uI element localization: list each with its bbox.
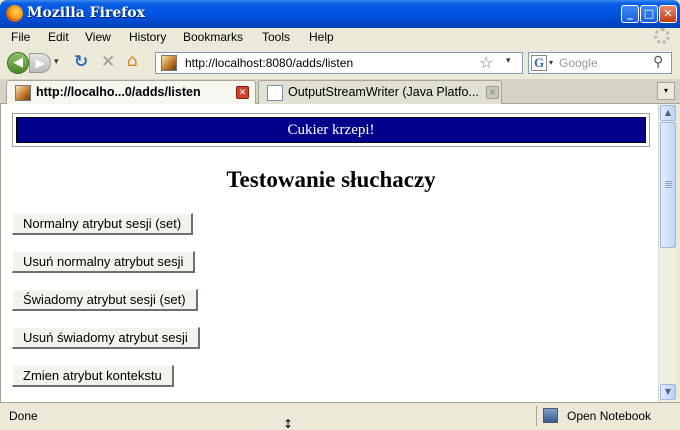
window-title: Mozilla Firefox: [27, 5, 145, 21]
menu-history[interactable]: History: [129, 30, 166, 44]
page-favicon: [15, 85, 31, 101]
minimize-button[interactable]: _: [621, 5, 639, 23]
page-content: Cukier krzepi! Testowanie słuchaczy Norm…: [0, 104, 658, 402]
vertical-scrollbar[interactable]: ▲ ▼: [658, 104, 676, 402]
page-heading: Testowanie słuchaczy: [226, 167, 436, 192]
remove-aware-attribute-button[interactable]: Usuń świadomy atrybut sesji: [12, 327, 200, 349]
search-input[interactable]: [559, 55, 651, 71]
bookmark-star-icon[interactable]: ☆: [479, 53, 493, 72]
set-normal-attribute-button[interactable]: Normalny atrybut sesji (set): [12, 213, 194, 235]
tab-outputstreamwriter[interactable]: OutputStreamWriter (Java Platfo... ✕: [258, 80, 502, 104]
back-icon[interactable]: ◀: [7, 52, 29, 74]
search-icon[interactable]: ⚲: [653, 54, 663, 70]
reload-icon[interactable]: ↻: [74, 52, 88, 72]
tab-list-button[interactable]: ▾: [657, 82, 675, 100]
scroll-up-icon[interactable]: ▲: [660, 105, 676, 121]
stop-icon[interactable]: ✕: [101, 52, 115, 72]
set-aware-attribute-button[interactable]: Świadomy atrybut sesji (set): [12, 289, 198, 311]
title-bar[interactable]: Mozilla Firefox _ □ ✕: [0, 0, 680, 28]
menu-tools[interactable]: Tools: [262, 30, 290, 44]
google-icon[interactable]: G: [531, 55, 547, 71]
tab-strip: http://localho...0/adds/listen ✕ OutputS…: [0, 79, 680, 105]
maximize-button[interactable]: □: [640, 5, 658, 23]
menu-bookmarks[interactable]: Bookmarks: [183, 30, 243, 44]
status-bar: Done ↕ Open Notebook: [0, 402, 680, 430]
throbber-icon: [654, 28, 670, 44]
home-icon[interactable]: ⌂: [127, 51, 138, 71]
open-notebook-link[interactable]: Open Notebook: [567, 409, 651, 423]
status-divider: [536, 406, 537, 426]
notebook-icon[interactable]: [543, 408, 558, 423]
search-bar: G ▾ ⚲: [528, 52, 672, 74]
navigation-toolbar: ◀ ▶ ▾ ↻ ✕ ⌂ http://localhost:8080/adds/l…: [0, 48, 680, 79]
engine-dropdown-icon[interactable]: ▾: [549, 58, 553, 67]
document-icon: [267, 85, 283, 101]
firefox-icon: [6, 5, 23, 22]
close-tab-icon[interactable]: ✕: [236, 86, 249, 99]
url-dropdown-icon[interactable]: ▾: [506, 56, 511, 66]
url-text[interactable]: http://localhost:8080/adds/listen: [185, 56, 353, 70]
forward-icon[interactable]: ▶: [29, 53, 51, 73]
site-favicon: [161, 55, 177, 71]
tab-label: http://localho...0/adds/listen: [36, 85, 201, 99]
url-bar[interactable]: http://localhost:8080/adds/listen ☆ ▾: [155, 52, 523, 74]
thumb-grip: [665, 181, 672, 189]
close-tab-icon[interactable]: ✕: [486, 86, 499, 99]
menu-bar: File Edit View History Bookmarks Tools H…: [0, 28, 680, 48]
menu-help[interactable]: Help: [309, 30, 334, 44]
scroll-down-icon[interactable]: ▼: [660, 384, 676, 400]
page-banner: Cukier krzepi!: [16, 117, 646, 143]
change-context-attribute-button[interactable]: Zmien atrybut kontekstu: [12, 365, 174, 387]
banner-frame: Cukier krzepi!: [12, 113, 650, 147]
menu-view[interactable]: View: [85, 30, 111, 44]
menu-edit[interactable]: Edit: [48, 30, 69, 44]
scroll-thumb[interactable]: [660, 122, 676, 248]
menu-file[interactable]: File: [11, 30, 30, 44]
remove-normal-attribute-button[interactable]: Usuń normalny atrybut sesji: [12, 251, 196, 273]
resize-cursor-icon: ↕: [283, 417, 294, 430]
tab-listen[interactable]: http://localho...0/adds/listen ✕: [6, 80, 256, 105]
tab-label: OutputStreamWriter (Java Platfo...: [288, 85, 479, 99]
history-dropdown-icon[interactable]: ▾: [54, 57, 59, 67]
close-window-button[interactable]: ✕: [659, 5, 677, 23]
status-text: Done: [9, 409, 38, 423]
